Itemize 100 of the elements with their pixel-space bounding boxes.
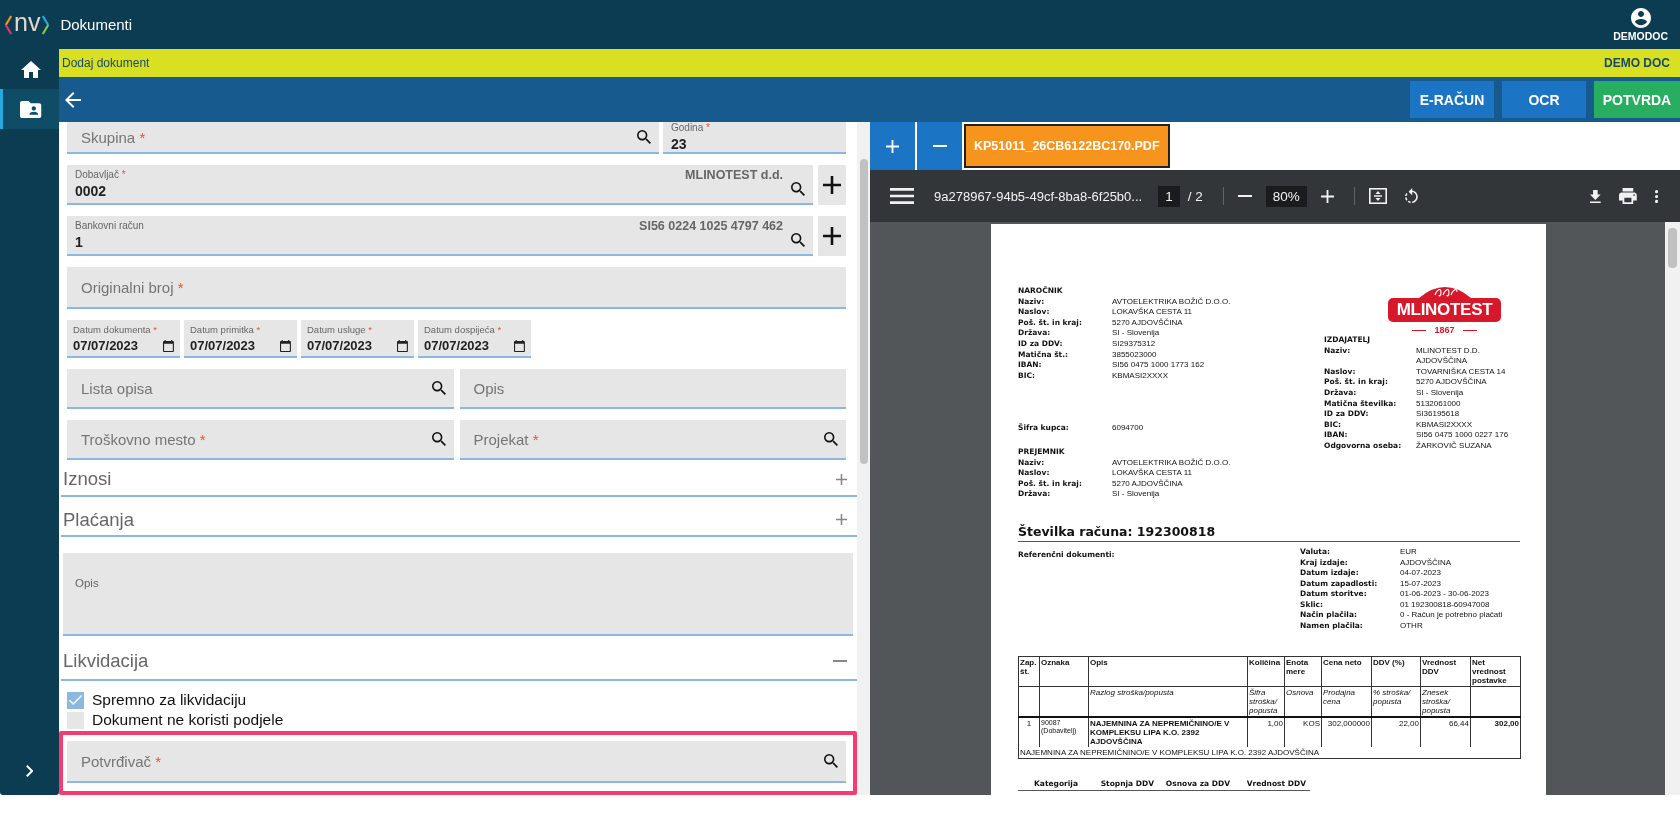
- field-value: EUR: [1400, 546, 1418, 558]
- field-value: 0002: [75, 183, 107, 199]
- scrollbar[interactable]: [1665, 222, 1680, 795]
- field-value: ŽARKOVIČ SUZANA: [1416, 440, 1493, 452]
- table-cell: NAJEMNINA ZA NEPREMIČNINO/E V KOMPLEKSU LIPA K.O. 2392 AJDOVŠČINA: [1020, 747, 1320, 757]
- input-field[interactable]: Projekat *: [459, 420, 846, 460]
- field-placeholder: Opis: [472, 379, 505, 397]
- search-icon[interactable]: [431, 432, 446, 446]
- checkbox[interactable]: [67, 691, 84, 709]
- search-icon[interactable]: [824, 754, 838, 768]
- app-title: Dokumenti: [60, 16, 133, 33]
- app-logo[interactable]: nv: [4, 12, 51, 37]
- plus-icon: [886, 139, 899, 153]
- table-cell: 66,44: [1448, 718, 1469, 728]
- field-value: KBMASI2XXXX: [1112, 370, 1170, 382]
- field-value: 5270 AJDOVŠČINA: [1416, 377, 1488, 388]
- field-value: AVTOELEKTRIKA BOŽIČ D.O.O.: [1112, 457, 1232, 468]
- field-label: Bankovni račun: [75, 220, 144, 231]
- input-field[interactable]: Originalni broj *: [67, 267, 846, 309]
- add-button[interactable]: [818, 216, 846, 256]
- plus-icon: [823, 176, 841, 194]
- rotate-icon[interactable]: [1404, 188, 1418, 204]
- zoom-in-icon[interactable]: [1320, 189, 1334, 203]
- search-icon[interactable]: [431, 381, 446, 395]
- column-header: Šifra stroška/ popusta: [1249, 687, 1278, 715]
- text-area[interactable]: Opis: [63, 553, 853, 636]
- calendar-icon[interactable]: [163, 340, 174, 352]
- field-placeholder: Skupina *: [80, 128, 146, 146]
- input-field[interactable]: Datum dokumenta * 07/07/2023: [67, 320, 180, 358]
- field-value: 01-06-2023 - 30-06-2023: [1400, 589, 1490, 600]
- field-label: Datum dospijeća *: [424, 323, 502, 335]
- search-icon[interactable]: [791, 233, 805, 248]
- menu-icon[interactable]: [890, 188, 914, 204]
- input-field[interactable]: Datum primitka * 07/07/2023: [184, 320, 297, 358]
- action-button[interactable]: E-RAČUN: [1410, 81, 1494, 118]
- field-value: 5132061000: [1416, 398, 1462, 410]
- field-placeholder: Lista opisa: [80, 379, 153, 397]
- search-icon[interactable]: [637, 130, 651, 144]
- print-icon[interactable]: [1619, 188, 1637, 204]
- calendar-icon[interactable]: [280, 340, 291, 352]
- field-value: 5270 AJDOVŠČINA: [1112, 317, 1184, 329]
- input-field[interactable]: Dobavljač * 0002 MLINOTEST d.d.: [67, 165, 813, 205]
- search-icon[interactable]: [791, 182, 805, 197]
- table-cell: 1,00: [1267, 718, 1283, 728]
- field-value: 0 - Račun je potrebno plačati: [1400, 610, 1503, 622]
- invoice-number: Številka računa: 192300818: [1018, 523, 1520, 542]
- field-placeholder: Troškovno mesto *: [80, 430, 206, 448]
- input-field[interactable]: Potvrđivač *: [67, 741, 846, 783]
- field-info: MLINOTEST d.d.: [685, 168, 783, 182]
- field-label: Datum dokumenta *: [73, 323, 157, 335]
- scrollbar[interactable]: [857, 122, 870, 795]
- download-icon[interactable]: [1590, 189, 1601, 203]
- back-button[interactable]: [65, 91, 81, 108]
- zoom-field[interactable]: 80%: [1265, 185, 1307, 207]
- column-header: Cena neto: [1323, 657, 1362, 667]
- input-field[interactable]: Lista opisa: [67, 369, 454, 409]
- add-button[interactable]: [818, 165, 846, 205]
- calendar-icon[interactable]: [397, 340, 408, 352]
- action-button[interactable]: OCR: [1502, 81, 1586, 118]
- user-name[interactable]: DEMODOC: [1613, 29, 1668, 42]
- field-placeholder: Projekat *: [472, 430, 539, 448]
- plus-icon: [823, 227, 841, 245]
- field-value: SI - Slovenija: [1112, 328, 1161, 339]
- column-header: Prodajna cena: [1323, 687, 1356, 706]
- more-options-icon[interactable]: [1654, 189, 1658, 203]
- documents-nav-item[interactable]: [0, 89, 59, 129]
- fit-page-icon[interactable]: [1368, 188, 1387, 204]
- field-placeholder: Potvrđivač *: [80, 752, 162, 770]
- page-count: / 2: [1187, 188, 1203, 204]
- table-cell: KOS: [1303, 718, 1320, 728]
- input-field[interactable]: Datum usluge * 07/07/2023: [301, 320, 414, 358]
- input-field[interactable]: Godina * 23: [663, 122, 846, 154]
- column-header: Razlog stroška/popusta: [1090, 687, 1174, 697]
- calendar-icon[interactable]: [514, 340, 525, 352]
- folder-person-icon: [20, 100, 42, 118]
- input-field[interactable]: Skupina *: [67, 122, 659, 154]
- field-value: SI56 0475 1000 0227 176: [1416, 430, 1510, 441]
- page-number-field[interactable]: 1: [1158, 185, 1180, 207]
- field-placeholder: Originalni broj *: [80, 278, 184, 296]
- field-value: SI29375312: [1112, 338, 1157, 350]
- table-cell: 22,00: [1398, 718, 1419, 728]
- company-name: DEMO DOC: [1604, 56, 1670, 70]
- input-field[interactable]: Troškovno mesto *: [67, 420, 454, 460]
- field-value: SI - Slovenija: [1112, 489, 1161, 500]
- expand-sidebar-button[interactable]: [25, 765, 34, 777]
- input-field[interactable]: Datum dospijeća * 07/07/2023: [418, 320, 531, 358]
- field-value: 5270 AJDOVŠČINA: [1112, 478, 1184, 490]
- field-value: LOKAVŠKA CESTA 11: [1112, 307, 1194, 318]
- field-value: 07/07/2023: [73, 337, 139, 353]
- search-icon[interactable]: [824, 432, 838, 446]
- company-logo: MLINOTEST 1867: [1386, 282, 1503, 335]
- field-value: AJDOVŠČINA: [1400, 557, 1453, 569]
- input-field[interactable]: Bankovni račun 1 SI56 0224 1025 4797 462: [67, 216, 813, 256]
- field-value: SI56 0475 1000 1773 162: [1112, 360, 1206, 371]
- field-placeholder: Opis: [75, 577, 99, 590]
- input-field[interactable]: Opis: [459, 369, 846, 409]
- expand-icon: [836, 473, 847, 485]
- account-icon[interactable]: [1630, 7, 1651, 28]
- checkbox[interactable]: [67, 711, 84, 729]
- column-header: Opis: [1090, 657, 1108, 667]
